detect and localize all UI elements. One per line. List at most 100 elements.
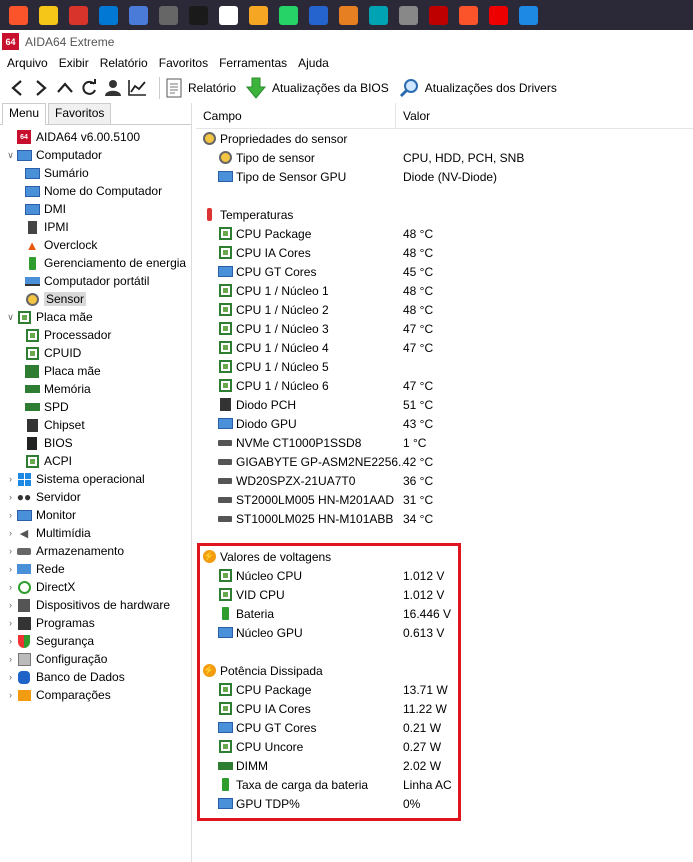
menu-favoritos[interactable]: Favoritos xyxy=(159,56,208,70)
user-button[interactable] xyxy=(101,75,125,101)
app-bell-icon[interactable] xyxy=(519,5,538,25)
sensor-row[interactable]: CPU Package 48 °C xyxy=(196,224,693,243)
expand-chevron-icon[interactable]: › xyxy=(5,528,16,538)
todo-check-icon[interactable] xyxy=(309,5,328,25)
sensor-row[interactable]: CPU GT Cores 0.21 W xyxy=(196,718,693,737)
grammarly-icon[interactable] xyxy=(219,5,238,25)
tree-item-computador-portatil[interactable]: Computador portátil xyxy=(0,272,192,290)
tree-item-directx[interactable]: › DirectX xyxy=(0,578,192,596)
investing-icon[interactable] xyxy=(189,5,208,25)
sensor-row[interactable]: WD20SPZX-21UA7T0 36 °C xyxy=(196,471,693,490)
sensor-row[interactable]: CPU Uncore 0.27 W xyxy=(196,737,693,756)
sensor-row[interactable]: GIGABYTE GP-ASM2NE2256... 42 °C xyxy=(196,452,693,471)
tree-item-aida64-v6-00-5100[interactable]: 64 AIDA64 v6.00.5100 xyxy=(0,128,192,146)
sensor-row[interactable]: NVMe CT1000P1SSD8 1 °C xyxy=(196,433,693,452)
tree-item-servidor[interactable]: › ●● Servidor xyxy=(0,488,192,506)
filezilla-icon[interactable] xyxy=(429,5,448,25)
tree-item-sumario[interactable]: Sumário xyxy=(0,164,192,182)
expand-chevron-icon[interactable]: › xyxy=(5,564,16,574)
sensor-row[interactable]: Núcleo CPU 1.012 V xyxy=(196,566,693,585)
group-header-row[interactable]: ⚡ Potência Dissipada xyxy=(196,661,693,680)
app-teal-icon[interactable] xyxy=(369,5,388,25)
tree-item-nome-do-computador[interactable]: Nome do Computador xyxy=(0,182,192,200)
up-button[interactable] xyxy=(53,75,77,101)
sensor-row[interactable]: Taxa de carga da bateria Linha AC xyxy=(196,775,693,794)
tree-item-comparacoes[interactable]: › Comparações xyxy=(0,686,192,704)
sensor-row[interactable]: ST1000LM025 HN-M101ABB 34 °C xyxy=(196,509,693,528)
bios-updates-button[interactable]: Atualizações da BIOS xyxy=(246,77,389,99)
expand-chevron-icon[interactable]: › xyxy=(5,636,16,646)
sensor-row[interactable]: Tipo de Sensor GPU Diode (NV-Diode) xyxy=(196,167,693,186)
expand-chevron-icon[interactable]: › xyxy=(5,474,16,484)
brave-lion-icon[interactable] xyxy=(459,5,478,25)
tree-item-bios[interactable]: BIOS xyxy=(0,434,192,452)
driver-updates-button[interactable]: Atualizações dos Drivers xyxy=(399,78,557,98)
menu-exibir[interactable]: Exibir xyxy=(59,56,89,70)
sensor-row[interactable]: CPU GT Cores 45 °C xyxy=(196,262,693,281)
sensor-row[interactable]: VID CPU 1.012 V xyxy=(196,585,693,604)
tree-item-rede[interactable]: › Rede xyxy=(0,560,192,578)
sensor-row[interactable]: Tipo de sensor CPU, HDD, PCH, SNB xyxy=(196,148,693,167)
file-explorer-icon[interactable] xyxy=(39,5,58,25)
sensor-row[interactable]: DIMM 2.02 W xyxy=(196,756,693,775)
expand-chevron-icon[interactable]: › xyxy=(5,672,16,682)
tree-item-configuracao[interactable]: › Configuração xyxy=(0,650,192,668)
menu-relatorio[interactable]: Relatório xyxy=(100,56,148,70)
tree-item-memoria[interactable]: Memória xyxy=(0,380,192,398)
tree-item-banco-de-dados[interactable]: › Banco de Dados xyxy=(0,668,192,686)
sensor-row[interactable]: CPU 1 / Núcleo 3 47 °C xyxy=(196,319,693,338)
tree-item-placa-mae[interactable]: Placa mãe xyxy=(0,362,192,380)
app-red-icon[interactable] xyxy=(69,5,88,25)
app-circle-icon[interactable] xyxy=(129,5,148,25)
calculator-icon[interactable] xyxy=(159,5,178,25)
menu-ajuda[interactable]: Ajuda xyxy=(298,56,329,70)
tab-favoritos[interactable]: Favoritos xyxy=(48,103,112,124)
group-header-row[interactable]: Propriedades do sensor xyxy=(196,129,693,148)
sensor-row[interactable]: CPU Package 13.71 W xyxy=(196,680,693,699)
sensor-row[interactable]: CPU 1 / Núcleo 4 47 °C xyxy=(196,338,693,357)
group-header-row[interactable]: Temperaturas xyxy=(196,205,693,224)
tree-item-placa-mae[interactable]: ∨ Placa mãe xyxy=(0,308,192,326)
back-button[interactable] xyxy=(5,75,29,101)
tree-item-processador[interactable]: Processador xyxy=(0,326,192,344)
collapse-chevron-icon[interactable]: ∨ xyxy=(5,312,16,323)
sensor-row[interactable]: CPU 1 / Núcleo 2 48 °C xyxy=(196,300,693,319)
opera-icon[interactable] xyxy=(489,5,508,25)
sensor-row[interactable]: Diodo PCH 51 °C xyxy=(196,395,693,414)
expand-chevron-icon[interactable]: › xyxy=(5,546,16,556)
menu-arquivo[interactable]: Arquivo xyxy=(7,56,48,70)
whatsapp-icon[interactable] xyxy=(279,5,298,25)
chart-button[interactable] xyxy=(125,75,149,101)
tree-item-seguranca[interactable]: › Segurança xyxy=(0,632,192,650)
sensor-row[interactable]: Bateria 16.446 V xyxy=(196,604,693,623)
menu-ferramentas[interactable]: Ferramentas xyxy=(219,56,287,70)
tree-item-armazenamento[interactable]: › Armazenamento xyxy=(0,542,192,560)
expand-chevron-icon[interactable]: › xyxy=(5,492,16,502)
tree-item-sistema-operacional[interactable]: › Sistema operacional xyxy=(0,470,192,488)
vlc-icon[interactable] xyxy=(249,5,268,25)
sensor-row[interactable]: CPU IA Cores 11.22 W xyxy=(196,699,693,718)
report-button[interactable]: Relatório xyxy=(166,78,236,98)
group-header-row[interactable]: ⚡ Valores de voltagens xyxy=(196,547,693,566)
sensor-row[interactable]: CPU 1 / Núcleo 1 48 °C xyxy=(196,281,693,300)
expand-chevron-icon[interactable]: › xyxy=(5,510,16,520)
tree-item-gerenciamento-de-energia[interactable]: Gerenciamento de energia xyxy=(0,254,192,272)
tree-item-spd[interactable]: SPD xyxy=(0,398,192,416)
tree-item-programas[interactable]: › Programas xyxy=(0,614,192,632)
tab-menu[interactable]: Menu xyxy=(2,103,47,125)
app-gray-icon[interactable] xyxy=(399,5,418,25)
sensor-row[interactable]: CPU 1 / Núcleo 5 xyxy=(196,357,693,376)
app-orange-icon[interactable] xyxy=(339,5,358,25)
microsoft-store-icon[interactable] xyxy=(99,5,118,25)
expand-chevron-icon[interactable]: › xyxy=(5,582,16,592)
expand-chevron-icon[interactable]: › xyxy=(5,600,16,610)
tree-item-dmi[interactable]: DMI xyxy=(0,200,192,218)
expand-chevron-icon[interactable]: › xyxy=(5,654,16,664)
sensor-row[interactable]: Núcleo GPU 0.613 V xyxy=(196,623,693,642)
brave-icon[interactable] xyxy=(9,5,28,25)
sensor-row[interactable]: ST2000LM005 HN-M201AAD 31 °C xyxy=(196,490,693,509)
sensor-row[interactable]: CPU IA Cores 48 °C xyxy=(196,243,693,262)
sensor-row[interactable]: CPU 1 / Núcleo 6 47 °C xyxy=(196,376,693,395)
column-header-value[interactable]: Valor xyxy=(396,109,430,123)
tree-item-dispositivos-de-hardware[interactable]: › Dispositivos de hardware xyxy=(0,596,192,614)
